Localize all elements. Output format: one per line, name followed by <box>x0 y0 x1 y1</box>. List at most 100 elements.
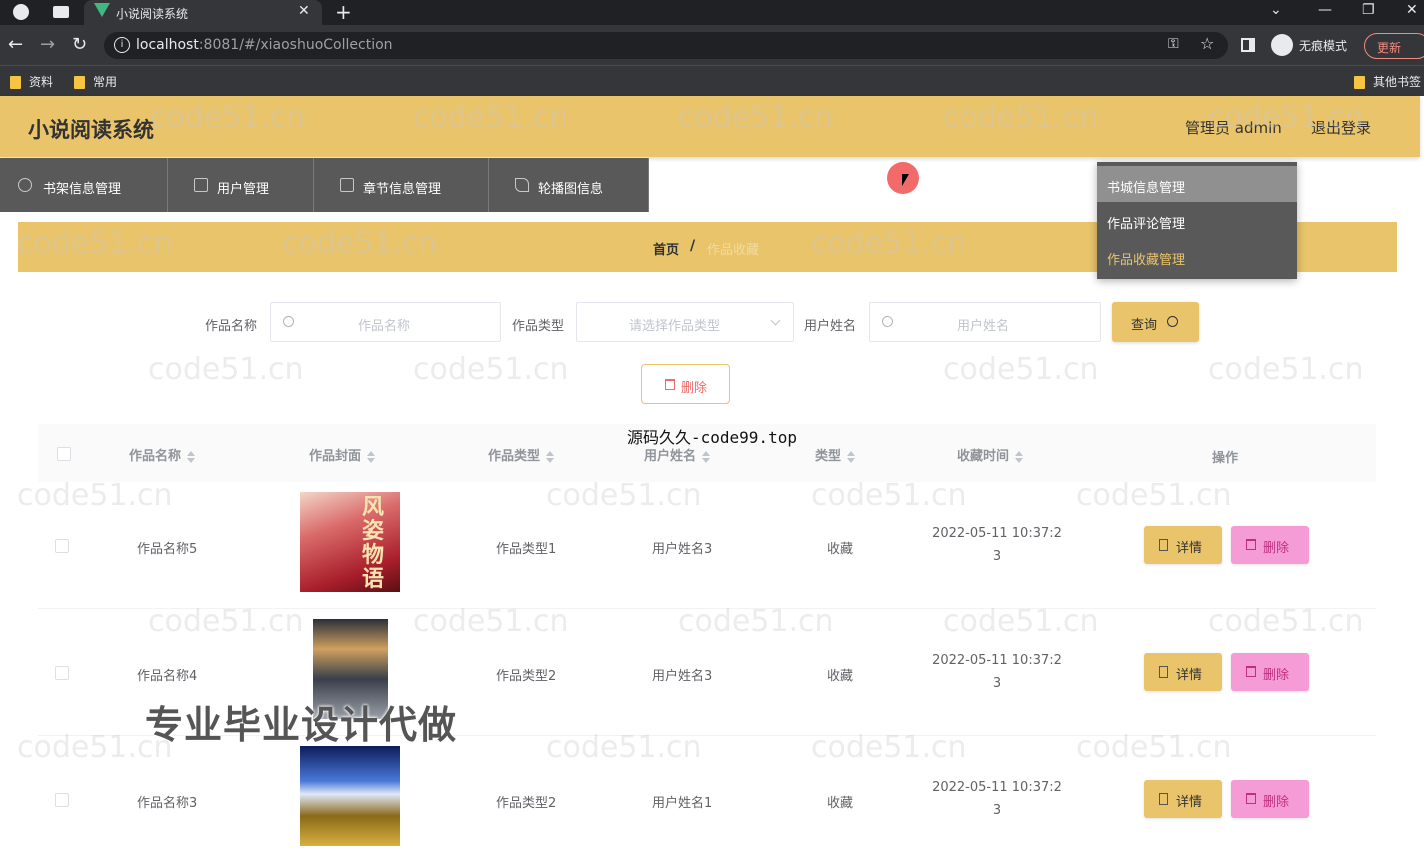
query-button[interactable]: 查询 <box>1112 302 1199 342</box>
reload-icon[interactable]: ↻ <box>72 34 87 55</box>
row-checkbox[interactable] <box>55 539 69 553</box>
monitor-icon <box>194 178 208 192</box>
document-icon <box>1159 666 1168 678</box>
nav-item-carousel[interactable]: 轮播图信息 <box>489 158 649 212</box>
column-header: 操作 <box>1212 451 1239 466</box>
window-close-icon[interactable]: ✕ <box>1406 2 1418 18</box>
incognito-icon[interactable] <box>1271 34 1293 56</box>
star-icon[interactable]: ☆ <box>1200 34 1214 53</box>
dropdown-item-comments[interactable]: 作品评论管理 <box>1097 202 1297 238</box>
breadcrumb-home[interactable]: 首页 <box>653 239 679 258</box>
send-icon <box>515 178 529 192</box>
sort-icon[interactable] <box>847 450 856 463</box>
side-panel-icon[interactable] <box>1241 38 1255 52</box>
crop-icon <box>340 178 354 192</box>
detail-button[interactable]: 详情 <box>1144 653 1222 691</box>
sort-icon[interactable] <box>187 450 196 463</box>
delete-button[interactable]: 删除 <box>1231 653 1309 691</box>
nav-dropdown: 书城信息管理 作品评论管理 作品收藏管理 <box>1097 162 1297 279</box>
tab-strip-icon[interactable] <box>53 6 69 18</box>
search-icon <box>283 316 294 327</box>
back-icon[interactable]: ← <box>8 34 23 55</box>
chevron-down-icon[interactable]: ⌄ <box>1270 2 1282 18</box>
sort-icon[interactable] <box>1015 450 1024 463</box>
nav-item-bookshelf[interactable]: 书架信息管理 <box>0 158 168 212</box>
cell-name: 作品名称4 <box>137 669 198 684</box>
document-icon <box>1159 793 1168 805</box>
cell-name: 作品名称5 <box>137 542 198 557</box>
name-search-input[interactable]: 作品名称 <box>270 302 501 342</box>
address-bar[interactable]: i localhost:8081/#/xiaoshuoCollection ⚿ … <box>104 32 1228 59</box>
info-icon[interactable]: i <box>114 37 130 53</box>
nav-item-chapters[interactable]: 章节信息管理 <box>314 158 489 212</box>
watermark: code51.cn <box>413 352 569 387</box>
sort-icon[interactable] <box>367 450 376 463</box>
select-all-checkbox[interactable] <box>57 447 71 461</box>
column-header[interactable]: 作品封面 <box>309 445 376 464</box>
key-icon[interactable]: ⚿ <box>1168 36 1179 52</box>
folder-icon <box>10 76 21 89</box>
bookmark-folder[interactable]: 常用 <box>74 73 117 90</box>
cell-type: 作品类型1 <box>496 542 557 557</box>
update-button[interactable]: 更新 <box>1364 33 1424 59</box>
overlay-text: 源码久久-code99.top <box>627 428 797 447</box>
delete-button[interactable]: 删除 <box>1231 526 1309 564</box>
sort-icon[interactable] <box>702 450 711 463</box>
incognito-label[interactable]: 无痕模式 <box>1299 37 1347 54</box>
search-icon <box>882 316 893 327</box>
tab-close-icon[interactable]: ✕ <box>298 3 310 19</box>
cell-time: 2022-05-11 10:37:2 3 <box>932 526 1062 564</box>
name-label: 作品名称 <box>205 319 258 334</box>
column-header[interactable]: 收藏时间 <box>957 445 1024 464</box>
globe-icon[interactable] <box>13 4 29 20</box>
delete-button[interactable]: 删除 <box>1231 780 1309 818</box>
column-header[interactable]: 作品名称 <box>129 445 196 464</box>
url-text[interactable]: localhost:8081/#/xiaoshuoCollection <box>136 37 393 53</box>
browser-tab[interactable]: 小说阅读系统 ✕ <box>84 0 322 25</box>
folder-icon <box>74 76 85 89</box>
breadcrumb-separator: / <box>690 238 696 254</box>
trash-icon <box>1246 793 1256 804</box>
trash-icon <box>1246 666 1256 677</box>
bookmark-folder[interactable]: 资料 <box>10 73 53 90</box>
cell-user: 用户姓名3 <box>652 542 713 557</box>
row-checkbox[interactable] <box>55 793 69 807</box>
admin-label: 管理员 admin <box>1185 119 1282 137</box>
type-select[interactable]: 请选择作品类型 <box>576 302 794 342</box>
nav-item-users[interactable]: 用户管理 <box>168 158 314 212</box>
column-header[interactable]: 作品类型 <box>488 445 555 464</box>
cover-image: 风姿物语 <box>300 492 400 592</box>
watermark: code51.cn <box>1208 352 1364 387</box>
cover-image <box>300 746 400 846</box>
bookmarks-bar: 资料 常用 其他书签 <box>0 65 1424 96</box>
dropdown-item-bookstore[interactable]: 书城信息管理 <box>1097 166 1297 202</box>
other-bookmarks[interactable]: 其他书签 <box>1354 73 1421 90</box>
batch-delete-button[interactable]: 删除 <box>641 364 730 404</box>
type-label: 作品类型 <box>512 319 565 334</box>
cell-kind: 收藏 <box>827 542 854 557</box>
restore-icon[interactable]: ❐ <box>1362 2 1375 18</box>
forward-icon[interactable]: → <box>40 34 55 55</box>
cell-type: 作品类型2 <box>496 796 557 811</box>
folder-icon <box>1354 76 1365 89</box>
trash-icon <box>665 379 675 390</box>
detail-button[interactable]: 详情 <box>1144 780 1222 818</box>
cell-user: 用户姓名3 <box>652 669 713 684</box>
sort-icon[interactable] <box>546 450 555 463</box>
minimize-icon[interactable]: — <box>1318 2 1332 18</box>
vue-logo-icon <box>94 3 110 17</box>
cell-kind: 收藏 <box>827 669 854 684</box>
detail-button[interactable]: 详情 <box>1144 526 1222 564</box>
browser-toolbar: ← → ↻ i localhost:8081/#/xiaoshuoCollect… <box>0 25 1424 65</box>
user-search-input[interactable]: 用户姓名 <box>869 302 1101 342</box>
logout-link[interactable]: 退出登录 <box>1311 117 1371 138</box>
user-label: 用户姓名 <box>804 319 857 334</box>
column-header[interactable]: 类型 <box>815 445 856 464</box>
cell-kind: 收藏 <box>827 796 854 811</box>
dropdown-item-collections[interactable]: 作品收藏管理 <box>1097 238 1297 274</box>
new-tab-icon[interactable]: + <box>335 0 352 24</box>
row-checkbox[interactable] <box>55 666 69 680</box>
trash-icon <box>1246 539 1256 550</box>
cell-time: 2022-05-11 10:37:2 3 <box>932 653 1062 691</box>
cell-time: 2022-05-11 10:37:2 3 <box>932 780 1062 818</box>
